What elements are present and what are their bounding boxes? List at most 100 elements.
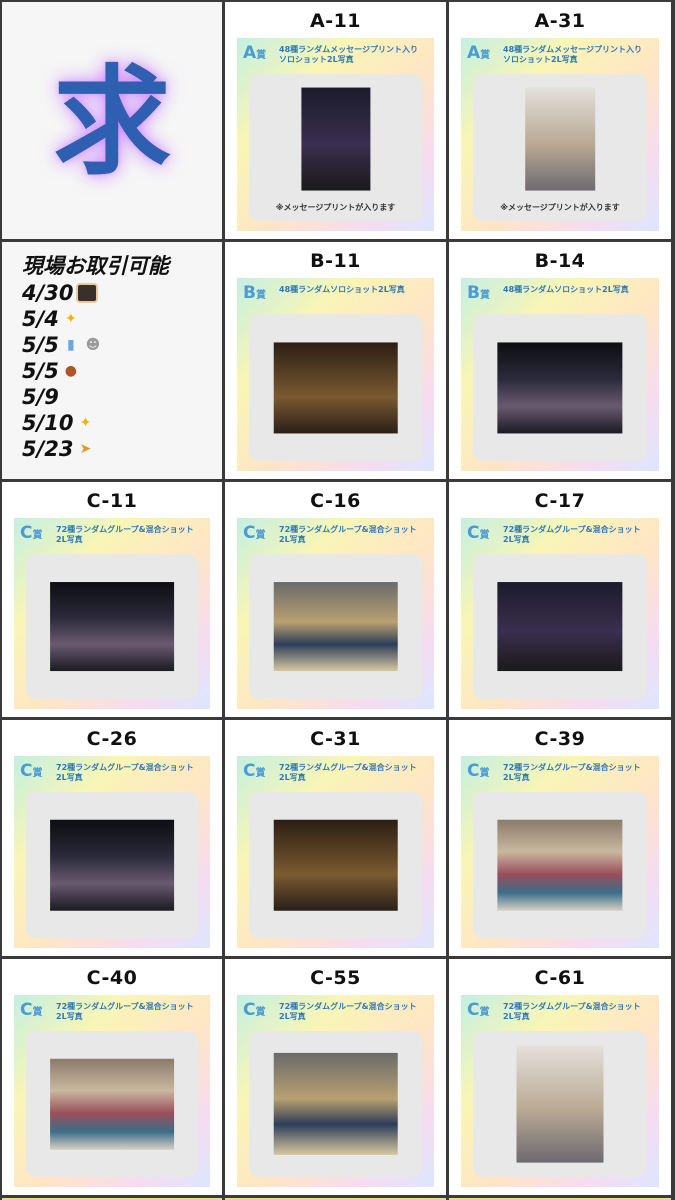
prize-description: 72種ランダムグループ&混合ショット 2L写真 xyxy=(503,525,641,544)
prize-card: C賞 72種ランダムグループ&混合ショット 2L写真 xyxy=(14,995,210,1187)
prize-card: B賞 48種ランダムソロショット2L写真 xyxy=(237,278,434,471)
ghost-icon: ☻ xyxy=(85,337,101,353)
baby-bottle-icon: ▮ xyxy=(67,337,75,353)
prize-header: C賞 72種ランダムグループ&混合ショット 2L写真 xyxy=(243,523,428,549)
prize-description: 72種ランダムグループ&混合ショット 2L写真 xyxy=(56,525,194,544)
meat-icon: ● xyxy=(64,363,78,379)
prize-badge: C賞 xyxy=(243,761,266,781)
photo-frame xyxy=(249,1031,422,1177)
photo-image xyxy=(525,87,595,191)
item-code: C-17 xyxy=(534,490,586,512)
star-icon: ✦ xyxy=(65,311,77,327)
photo-frame xyxy=(473,1031,647,1177)
photo-image xyxy=(273,819,398,911)
item-card[interactable]: B-11 B賞 48種ランダムソロショット2L写真 xyxy=(225,242,446,479)
item-card[interactable]: C-16 C賞 72種ランダムグループ&混合ショット 2L写真 xyxy=(225,482,446,717)
item-card[interactable]: C-17 C賞 72種ランダムグループ&混合ショット 2L写真 xyxy=(449,482,671,717)
prize-card: C賞 72種ランダムグループ&混合ショット 2L写真 xyxy=(237,756,434,948)
message-note: ※メッセージプリントが入ります xyxy=(500,203,620,212)
prize-badge: B賞 xyxy=(467,283,490,303)
item-card[interactable]: C-61 C賞 72種ランダムグループ&混合ショット 2L写真 xyxy=(449,959,671,1195)
prize-header: C賞 72種ランダムグループ&混合ショット 2L写真 xyxy=(243,761,428,787)
photo-grid: 求 A-11 A賞 48種ランダムメッセージプリント入り ソロショット2L写真 … xyxy=(0,0,675,1200)
item-code: C-31 xyxy=(310,728,361,750)
prize-header: C賞 72種ランダムグループ&混合ショット 2L写真 xyxy=(243,1000,428,1026)
photo-image xyxy=(50,581,174,672)
item-code: C-26 xyxy=(86,728,138,750)
item-code: C-11 xyxy=(86,490,138,512)
prize-description: 72種ランダムグループ&混合ショット 2L写真 xyxy=(503,1002,641,1021)
prize-badge: A賞 xyxy=(467,43,491,63)
item-card[interactable]: C-31 C賞 72種ランダムグループ&混合ショット 2L写真 xyxy=(225,720,446,956)
item-card[interactable]: A-31 A賞 48種ランダムメッセージプリント入り ソロショット2L写真 ※メ… xyxy=(449,2,671,239)
photo-image xyxy=(497,341,623,434)
prize-badge: C賞 xyxy=(467,761,490,781)
item-card[interactable]: C-26 C賞 72種ランダムグループ&混合ショット 2L写真 xyxy=(2,720,222,956)
item-card[interactable]: C-55 C賞 72種ランダムグループ&混合ショット 2L写真 xyxy=(225,959,446,1195)
photo-frame xyxy=(249,554,422,699)
photo-frame xyxy=(26,554,198,699)
prize-header: C賞 72種ランダムグループ&混合ショット 2L写真 xyxy=(20,761,204,787)
item-code: A-31 xyxy=(534,10,586,32)
photo-image xyxy=(300,87,371,191)
prize-description: 48種ランダムメッセージプリント入り ソロショット2L写真 xyxy=(503,45,642,64)
photo-image xyxy=(273,341,398,434)
prize-badge: C賞 xyxy=(20,1000,43,1020)
prize-card: C賞 72種ランダムグループ&混合ショット 2L写真 xyxy=(14,518,210,709)
prize-header: A賞 48種ランダムメッセージプリント入り ソロショット2L写真 xyxy=(243,43,428,69)
prize-card: C賞 72種ランダムグループ&混合ショット 2L写真 xyxy=(461,995,659,1187)
item-code: B-14 xyxy=(534,250,586,272)
photo-frame: ※メッセージプリントが入ります xyxy=(473,74,647,221)
photo-image xyxy=(50,1058,174,1150)
prize-description: 72種ランダムグループ&混合ショット 2L写真 xyxy=(503,763,641,782)
prize-card: C賞 72種ランダムグループ&混合ショット 2L写真 xyxy=(237,518,434,709)
message-note: ※メッセージプリントが入ります xyxy=(275,203,396,212)
prize-card: A賞 48種ランダムメッセージプリント入り ソロショット2L写真 ※メッセージプ… xyxy=(461,38,659,231)
prize-description: 48種ランダムソロショット2L写真 xyxy=(279,285,405,294)
photo-image xyxy=(273,1052,398,1156)
trade-date: 4/30 xyxy=(22,280,169,306)
item-code: C-61 xyxy=(534,967,586,989)
prize-badge: C賞 xyxy=(243,1000,266,1020)
item-card[interactable]: A-11 A賞 48種ランダムメッセージプリント入り ソロショット2L写真 ※メ… xyxy=(225,2,446,239)
prize-description: 48種ランダムメッセージプリント入り ソロショット2L写真 xyxy=(279,45,418,64)
item-code: C-16 xyxy=(310,490,361,512)
trade-date: 5/10 ✦ xyxy=(22,410,169,436)
item-code: C-39 xyxy=(534,728,586,750)
info-cell: 現場お取引可能 4/30 5/4 ✦ 5/5 ▮ ☻ 5/5 ● 5/9 5/10 ✦ 5… xyxy=(2,242,222,479)
photo-frame xyxy=(249,792,422,938)
item-card[interactable]: B-14 B賞 48種ランダムソロショット2L写真 xyxy=(449,242,671,479)
prize-badge: C賞 xyxy=(20,761,43,781)
prize-header: C賞 72種ランダムグループ&混合ショット 2L写真 xyxy=(20,523,204,549)
photo-frame xyxy=(473,314,647,461)
prize-description: 72種ランダムグループ&混合ショット 2L写真 xyxy=(56,1002,194,1021)
prize-card: B賞 48種ランダムソロショット2L写真 xyxy=(461,278,659,471)
bento-box-icon xyxy=(75,283,98,303)
prize-description: 72種ランダムグループ&混合ショット 2L写真 xyxy=(279,1002,417,1021)
trade-date: 5/4 ✦ xyxy=(22,306,169,332)
photo-image xyxy=(50,819,174,911)
prize-header: C賞 72種ランダムグループ&混合ショット 2L写真 xyxy=(467,523,653,549)
item-card[interactable]: C-39 C賞 72種ランダムグループ&混合ショット 2L写真 xyxy=(449,720,671,956)
item-card[interactable]: C-40 C賞 72種ランダムグループ&混合ショット 2L写真 xyxy=(2,959,222,1195)
prize-description: 48種ランダムソロショット2L写真 xyxy=(503,285,629,294)
photo-image xyxy=(516,1045,604,1163)
runner-icon: ➤ xyxy=(79,441,92,457)
item-code: A-11 xyxy=(309,10,362,32)
prize-badge: C賞 xyxy=(467,1000,490,1020)
prize-card: C賞 72種ランダムグループ&混合ショット 2L写真 xyxy=(461,756,659,948)
star-icon: ✦ xyxy=(79,415,92,431)
want-cell: 求 xyxy=(2,2,222,239)
want-character: 求 xyxy=(52,53,171,191)
prize-header: C賞 72種ランダムグループ&混合ショット 2L写真 xyxy=(467,1000,653,1026)
item-card[interactable]: C-11 C賞 72種ランダムグループ&混合ショット 2L写真 xyxy=(2,482,222,717)
photo-frame xyxy=(26,792,198,938)
prize-description: 72種ランダムグループ&混合ショット 2L写真 xyxy=(279,763,417,782)
prize-card: C賞 72種ランダムグループ&混合ショット 2L写真 xyxy=(14,756,210,948)
photo-image xyxy=(273,581,398,672)
trade-date: 5/5 ● xyxy=(22,358,169,384)
prize-badge: C賞 xyxy=(467,523,490,543)
prize-header: A賞 48種ランダムメッセージプリント入り ソロショット2L写真 xyxy=(467,43,653,69)
photo-image xyxy=(497,819,623,911)
trade-date: 5/9 xyxy=(22,385,59,409)
